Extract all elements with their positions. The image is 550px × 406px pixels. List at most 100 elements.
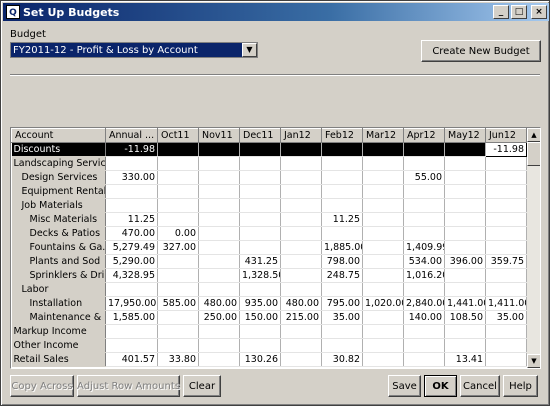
amount-cell[interactable]: 0.00 <box>157 226 199 241</box>
amount-cell[interactable] <box>362 338 404 353</box>
amount-cell[interactable]: 17,950.00 <box>105 296 158 311</box>
table-row[interactable]: Decks & Patios 470.00 0.00 <box>11 226 527 241</box>
amount-cell[interactable]: 4,328.95 <box>105 268 158 283</box>
amount-cell[interactable] <box>239 240 281 255</box>
account-cell[interactable]: Installation <box>11 296 106 311</box>
amount-cell[interactable]: 11.25 <box>321 212 363 227</box>
amount-cell[interactable]: 248.75 <box>321 268 363 283</box>
amount-cell[interactable] <box>198 268 240 283</box>
amount-cell[interactable]: 1,585.00 <box>105 310 158 325</box>
account-cell[interactable]: Maintenance & ... <box>11 310 106 325</box>
amount-cell[interactable] <box>157 324 199 339</box>
amount-cell[interactable]: 327.00 <box>157 240 199 255</box>
amount-cell[interactable]: 534.00 <box>403 254 445 269</box>
amount-cell[interactable] <box>198 240 240 255</box>
scroll-thumb[interactable] <box>527 142 540 166</box>
column-header[interactable]: Apr12 <box>403 128 445 143</box>
amount-cell[interactable] <box>444 170 486 185</box>
amount-cell[interactable] <box>444 324 486 339</box>
amount-cell[interactable] <box>403 198 445 213</box>
amount-cell[interactable] <box>105 338 158 353</box>
amount-cell[interactable] <box>198 282 240 297</box>
amount-cell[interactable]: 359.75 <box>485 254 527 269</box>
amount-cell[interactable]: 30.82 <box>321 352 363 367</box>
amount-cell[interactable]: 140.00 <box>403 310 445 325</box>
amount-cell[interactable]: -11.98 <box>105 142 158 157</box>
amount-cell[interactable] <box>321 226 363 241</box>
amount-cell[interactable] <box>362 170 404 185</box>
amount-cell[interactable] <box>198 142 240 157</box>
amount-cell[interactable] <box>239 170 281 185</box>
vertical-scrollbar[interactable]: ▲ ▼ <box>527 128 540 368</box>
amount-cell[interactable] <box>198 324 240 339</box>
amount-cell[interactable]: 5,290.00 <box>105 254 158 269</box>
amount-cell[interactable] <box>157 268 199 283</box>
amount-cell[interactable] <box>403 282 445 297</box>
amount-cell[interactable] <box>403 184 445 199</box>
amount-cell[interactable]: 2,840.00 <box>403 296 445 311</box>
amount-cell[interactable]: 935.00 <box>239 296 281 311</box>
budget-table[interactable]: Account Annual ... Oct11 Nov11 Dec11 Jan12 Feb… <box>11 128 527 367</box>
amount-cell[interactable] <box>321 184 363 199</box>
amount-cell[interactable]: 330.00 <box>105 170 158 185</box>
amount-cell[interactable] <box>485 268 527 283</box>
amount-cell[interactable] <box>444 226 486 241</box>
amount-cell[interactable] <box>280 142 322 157</box>
amount-cell[interactable] <box>157 198 199 213</box>
amount-cell[interactable] <box>157 170 199 185</box>
account-cell[interactable]: Decks & Patios <box>11 226 106 241</box>
amount-cell[interactable] <box>444 198 486 213</box>
amount-cell[interactable] <box>280 282 322 297</box>
column-header[interactable]: Annual ... <box>105 128 158 143</box>
close-button[interactable]: × <box>531 5 547 19</box>
table-row[interactable]: Maintenance & ... 1,585.00 250.00 150.00 215… <box>11 310 527 325</box>
amount-cell[interactable] <box>280 254 322 269</box>
amount-cell[interactable] <box>280 338 322 353</box>
amount-cell[interactable] <box>403 324 445 339</box>
amount-cell[interactable] <box>362 240 404 255</box>
minimize-button[interactable]: _ <box>493 5 509 19</box>
amount-cell[interactable]: 401.57 <box>105 352 158 367</box>
amount-cell[interactable] <box>239 156 281 171</box>
amount-cell[interactable] <box>105 324 158 339</box>
amount-cell[interactable] <box>485 352 527 367</box>
amount-cell[interactable]: 795.00 <box>321 296 363 311</box>
amount-cell[interactable] <box>239 198 281 213</box>
amount-cell[interactable] <box>239 324 281 339</box>
table-row[interactable]: Retail Sales 401.57 33.80 130.26 30.82 13.41 <box>11 352 527 367</box>
account-cell[interactable]: Plants and Sod <box>11 254 106 269</box>
account-cell[interactable]: Fountains & Ga... <box>11 240 106 255</box>
amount-cell[interactable] <box>198 254 240 269</box>
table-row[interactable]: Equipment Rental <box>11 184 527 199</box>
amount-cell[interactable] <box>198 226 240 241</box>
amount-cell[interactable] <box>157 310 199 325</box>
account-cell[interactable]: Equipment Rental <box>11 184 106 199</box>
clear-button[interactable]: Clear <box>183 375 221 397</box>
amount-cell[interactable]: 396.00 <box>444 254 486 269</box>
amount-cell[interactable] <box>403 352 445 367</box>
column-header[interactable]: Oct11 <box>157 128 199 143</box>
amount-cell[interactable] <box>362 156 404 171</box>
amount-cell[interactable] <box>444 268 486 283</box>
account-cell[interactable]: Labor <box>11 282 106 297</box>
column-header-account[interactable]: Account <box>11 128 106 143</box>
column-header[interactable]: Mar12 <box>362 128 404 143</box>
amount-cell[interactable] <box>105 184 158 199</box>
scroll-up-icon[interactable]: ▲ <box>527 128 540 142</box>
amount-cell[interactable]: 5,279.49 <box>105 240 158 255</box>
amount-cell[interactable] <box>362 184 404 199</box>
amount-cell[interactable]: 1,328.50 <box>239 268 281 283</box>
budget-grid[interactable]: Account Annual ... Oct11 Nov11 Dec11 Jan12 Feb… <box>10 127 541 369</box>
amount-cell[interactable]: 431.25 <box>239 254 281 269</box>
amount-cell[interactable] <box>280 212 322 227</box>
amount-cell[interactable] <box>239 282 281 297</box>
column-header[interactable]: Jun12 <box>485 128 527 143</box>
amount-cell[interactable] <box>485 212 527 227</box>
amount-cell[interactable] <box>280 198 322 213</box>
amount-cell[interactable] <box>157 282 199 297</box>
budget-dropdown[interactable]: FY2011-12 - Profit & Loss by Account ▼ <box>10 42 258 58</box>
cancel-button[interactable]: Cancel <box>460 375 500 397</box>
amount-cell[interactable] <box>485 324 527 339</box>
amount-cell[interactable] <box>362 268 404 283</box>
amount-cell[interactable] <box>280 226 322 241</box>
